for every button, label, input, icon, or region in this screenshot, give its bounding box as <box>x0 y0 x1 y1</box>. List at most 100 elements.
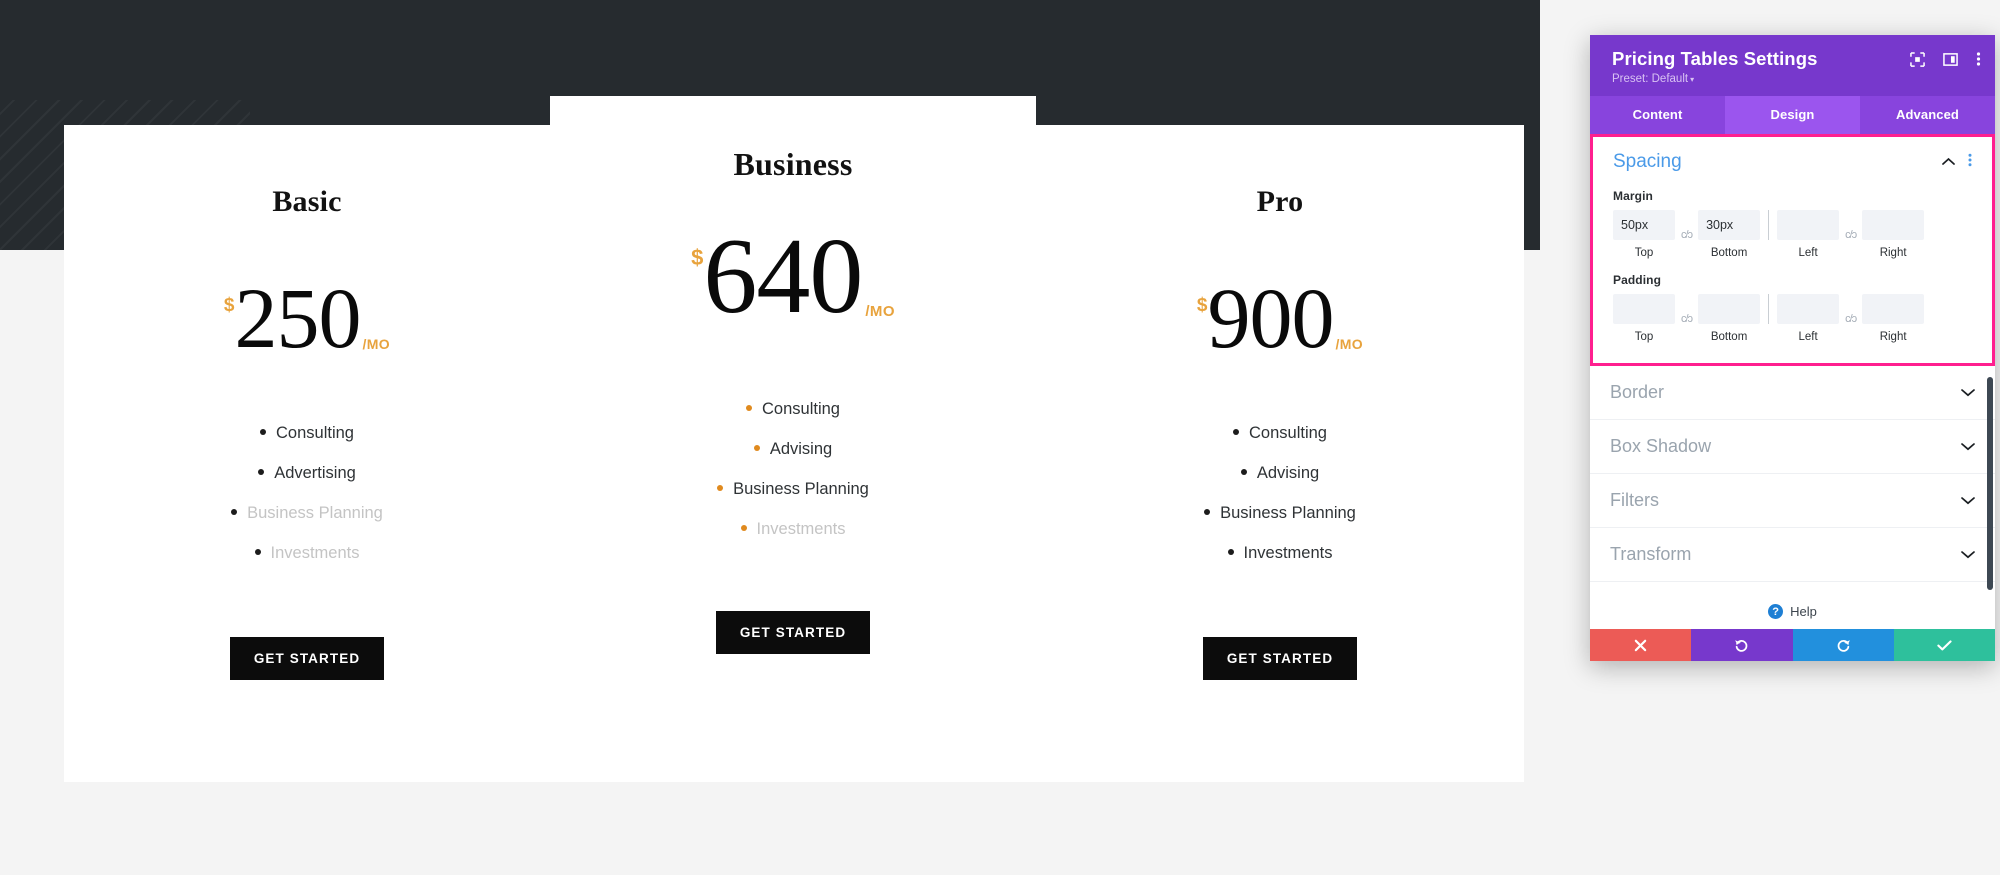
plan-title: Basic <box>272 185 342 218</box>
feature-label: Advising <box>769 440 833 458</box>
list-item: Business Planning <box>1036 497 1524 537</box>
undo-button[interactable] <box>1691 629 1793 661</box>
save-button[interactable] <box>1893 629 1995 661</box>
section-box-shadow[interactable]: Box Shadow <box>1590 420 1995 474</box>
tab-content[interactable]: Content <box>1590 96 1725 134</box>
margin-left-caption: Left <box>1798 247 1818 259</box>
section-border[interactable]: Border <box>1590 366 1995 420</box>
padding-divider <box>1768 294 1770 324</box>
padding-vertical-link-icon[interactable]: c/ɔ <box>1681 304 1693 334</box>
list-item: Consulting <box>64 417 550 457</box>
padding-right-caption: Right <box>1879 331 1907 343</box>
margin-bottom-caption: Bottom <box>1710 247 1748 259</box>
padding-top-cell: Top <box>1613 294 1675 343</box>
padding-right-input[interactable] <box>1862 294 1925 324</box>
more-options-icon[interactable] <box>1976 51 1981 71</box>
feature-label: Business Planning <box>1220 504 1356 522</box>
margin-top-input[interactable] <box>1613 210 1675 240</box>
bullet-icon <box>753 444 760 451</box>
section-spacing: Spacing Margin 50px Top c/ɔ 30px Bottom … <box>1590 134 1995 366</box>
preset-selector[interactable]: Preset: Default ▾ <box>1612 73 1977 85</box>
plan-title: Business <box>733 146 853 182</box>
redo-button[interactable] <box>1792 629 1894 661</box>
margin-divider <box>1768 210 1770 240</box>
help-row[interactable]: ? Help <box>1590 592 1995 629</box>
padding-horizontal-link-icon[interactable]: c/ɔ <box>1845 304 1857 334</box>
padding-right-cell: Right <box>1862 294 1925 343</box>
section-label: Filters <box>1610 490 1659 510</box>
padding-bottom-input[interactable] <box>1698 294 1761 324</box>
feature-label: Advising <box>1256 464 1320 482</box>
margin-vertical-link-icon[interactable]: c/ɔ <box>1681 220 1693 250</box>
feature-label: Investments <box>1243 544 1333 562</box>
pricing-tables-module: Basic $ 250 /MO Consulting Advertising B… <box>64 96 1524 786</box>
settings-footer <box>1590 629 1995 661</box>
plan-cta-wrapper: GET STARTED <box>1036 637 1524 680</box>
plan-feature-list: Consulting Advising Business Planning In… <box>550 393 1036 553</box>
get-started-button[interactable]: GET STARTED <box>1202 637 1358 680</box>
get-started-button[interactable]: GET STARTED <box>715 611 871 654</box>
currency-symbol: $ <box>223 295 235 316</box>
price-amount: 640 <box>703 217 863 336</box>
pricing-plan-basic[interactable]: Basic $ 250 /MO Consulting Advertising B… <box>64 125 550 782</box>
feature-label: Investments <box>270 544 360 562</box>
pricing-plan-pro[interactable]: Pro $ 900 /MO Consulting Advising Busine… <box>1036 125 1524 782</box>
bullet-icon <box>746 404 753 411</box>
settings-header: Pricing Tables Settings Preset: Default ▾ <box>1590 35 1995 96</box>
list-item: Investments <box>1036 537 1524 577</box>
tab-advanced[interactable]: Advanced <box>1860 96 1995 134</box>
padding-horizontal-pair: Left c/ɔ Right <box>1777 294 1925 343</box>
cancel-button[interactable] <box>1590 629 1692 661</box>
margin-right-cell: Right <box>1862 210 1925 259</box>
help-icon: ? <box>1768 604 1784 619</box>
focus-icon[interactable] <box>1910 51 1925 71</box>
padding-left-cell: Left <box>1777 294 1840 343</box>
spacing-section-header[interactable]: Spacing <box>1613 151 1972 173</box>
chevron-down-icon <box>1961 385 1975 400</box>
pricing-plan-business[interactable]: Business $ 640 /MO Consulting Advising B… <box>550 96 1036 782</box>
list-item-unavailable: Investments <box>550 513 1036 553</box>
list-item: Consulting <box>1036 417 1524 457</box>
margin-field-group: Top c/ɔ Bottom Left <box>1613 210 1972 259</box>
padding-left-input[interactable] <box>1777 294 1840 324</box>
chevron-up-icon[interactable] <box>1942 153 1955 171</box>
bullet-icon <box>258 468 265 475</box>
margin-right-input[interactable] <box>1862 210 1925 240</box>
section-filters[interactable]: Filters <box>1590 474 1995 528</box>
price-period: /MO <box>865 303 895 320</box>
currency-symbol: $ <box>691 245 704 270</box>
padding-bottom-cell: Bottom <box>1698 294 1761 343</box>
padding-top-input[interactable] <box>1613 294 1675 324</box>
padding-top-caption: Top <box>1634 331 1654 343</box>
price-period: /MO <box>362 336 391 352</box>
margin-left-input[interactable] <box>1777 210 1840 240</box>
section-animation[interactable]: Animation <box>1590 582 1995 592</box>
price-amount: 900 <box>1207 270 1334 366</box>
currency-symbol: $ <box>1196 295 1208 316</box>
module-settings-modal: Pricing Tables Settings Preset: Default ▾ <box>1590 35 1995 661</box>
plan-price: $ 640 /MO <box>550 223 1036 331</box>
section-options-icon[interactable] <box>1968 153 1972 172</box>
bullet-icon <box>717 484 724 491</box>
feature-label: Advertising <box>274 464 356 482</box>
margin-horizontal-link-icon[interactable]: c/ɔ <box>1845 220 1857 250</box>
get-started-button[interactable]: GET STARTED <box>229 637 385 680</box>
plan-cta-wrapper: GET STARTED <box>64 637 550 680</box>
padding-vertical-pair: Top c/ɔ Bottom <box>1613 294 1761 343</box>
feature-label: Business Planning <box>247 504 383 522</box>
margin-bottom-input[interactable] <box>1698 210 1761 240</box>
page-canvas: Basic $ 250 /MO Consulting Advertising B… <box>0 0 2000 875</box>
settings-scrollbar[interactable] <box>1987 377 1993 590</box>
list-item-unavailable: Business Planning <box>64 497 550 537</box>
bullet-icon <box>1240 468 1247 475</box>
bullet-icon <box>260 428 267 435</box>
plan-feature-list: Consulting Advising Business Planning In… <box>1036 417 1524 577</box>
header-icon-group <box>1910 51 1981 71</box>
section-transform[interactable]: Transform <box>1590 528 1995 582</box>
chevron-down-icon <box>1961 493 1975 508</box>
tab-design[interactable]: Design <box>1725 96 1860 134</box>
layout-toggle-icon[interactable] <box>1943 52 1958 71</box>
list-item-unavailable: Investments <box>64 537 550 577</box>
price-period: /MO <box>1335 336 1364 352</box>
price-amount: 250 <box>234 270 361 366</box>
